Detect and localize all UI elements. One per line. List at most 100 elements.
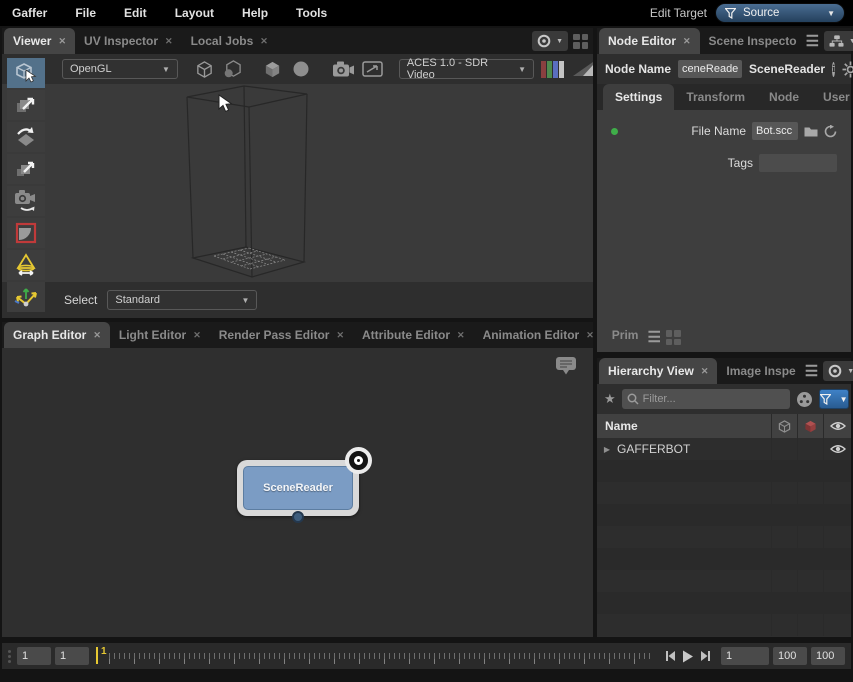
close-icon[interactable]: ✕ — [193, 330, 201, 341]
table-row-gafferbot[interactable]: ▶ GAFFERBOT — [597, 438, 851, 460]
selection-sync-icon[interactable] — [796, 391, 813, 408]
info-icon[interactable]: i — [832, 61, 836, 77]
close-icon[interactable]: ✕ — [260, 36, 268, 47]
timeline-ruler[interactable] — [109, 643, 651, 669]
filter-input[interactable] — [642, 393, 785, 405]
layout-menu-icon[interactable] — [665, 330, 681, 345]
frame-number-field[interactable] — [721, 647, 769, 665]
tab-list-icon[interactable]: ☰ — [806, 34, 819, 49]
light-tool-button[interactable] — [7, 250, 45, 280]
frame-range-end-field[interactable] — [811, 647, 845, 665]
refresh-icon[interactable] — [824, 124, 837, 138]
tab-user[interactable]: User — [811, 84, 853, 110]
close-icon[interactable]: ✕ — [336, 330, 344, 341]
current-frame-field[interactable] — [55, 647, 89, 665]
bookmark-star-icon[interactable]: ★ — [604, 391, 616, 407]
filter-mode-dropdown[interactable]: ▼ — [818, 389, 849, 409]
close-icon[interactable]: ✕ — [701, 366, 709, 377]
tab-transform[interactable]: Transform — [674, 84, 757, 110]
menu-file[interactable]: File — [61, 6, 110, 20]
edit-target-dropdown[interactable]: Source ▼ — [715, 3, 845, 23]
playback-end-field[interactable] — [773, 647, 807, 665]
tab-render-pass-editor[interactable]: Render Pass Editor ✕ — [210, 322, 353, 348]
tab-uv-inspector[interactable]: UV Inspector ✕ — [75, 28, 182, 54]
shading-mode-icon[interactable] — [262, 57, 283, 81]
tab-image-inspector[interactable]: Image Inspe — [717, 358, 804, 384]
node-gadget-settings-icon[interactable] — [842, 61, 853, 78]
menu-edit[interactable]: Edit — [110, 6, 161, 20]
renderer-dropdown[interactable]: OpenGL ▼ — [62, 59, 178, 79]
folder-browse-icon[interactable] — [804, 126, 818, 137]
timeline-grip-handle[interactable] — [8, 649, 11, 663]
tab-attribute-editor[interactable]: Attribute Editor ✕ — [353, 322, 474, 348]
layout-menu-icon[interactable] — [573, 33, 588, 49]
node-output-port[interactable] — [292, 511, 304, 523]
tab-local-jobs[interactable]: Local Jobs ✕ — [182, 28, 277, 54]
gadget-visibility-icon[interactable] — [362, 57, 383, 81]
crop-window-tool-button[interactable] — [7, 218, 45, 248]
drawing-mode-icon[interactable] — [194, 57, 215, 81]
tab-graph-editor[interactable]: Graph Editor ✕ — [4, 322, 110, 348]
close-icon[interactable]: ✕ — [586, 330, 594, 341]
playhead-frame-label: 1 — [101, 646, 107, 657]
tags-input[interactable] — [759, 154, 837, 172]
menu-tools[interactable]: Tools — [282, 6, 341, 20]
column-visibility-icon[interactable] — [823, 414, 851, 438]
scene-reader-node[interactable]: SceneReader — [237, 447, 372, 523]
tab-light-editor[interactable]: Light Editor ✕ — [110, 322, 210, 348]
column-inclusions-icon[interactable] — [771, 414, 797, 438]
funnel-icon — [819, 393, 831, 405]
pin-editor-button[interactable]: ▼ — [823, 361, 853, 381]
close-icon[interactable]: ✕ — [457, 330, 465, 341]
scale-tool-button[interactable] — [7, 154, 45, 184]
close-icon[interactable]: ✕ — [683, 36, 691, 47]
tab-hierarchy-view[interactable]: Hierarchy View ✕ — [599, 358, 718, 384]
hierarchy-tabbar: Hierarchy View ✕ Image Inspe ☰ ▼ — [597, 358, 853, 384]
display-transform-dropdown[interactable]: ACES 1.0 - SDR Video ▼ — [398, 57, 534, 81]
graph-canvas[interactable]: SceneReader — [2, 348, 593, 637]
focus-indicator-icon[interactable] — [345, 447, 372, 474]
menu-layout[interactable]: Layout — [161, 6, 228, 20]
rotate-tool-button[interactable] — [7, 122, 45, 152]
pin-editor-button[interactable]: ▼ — [532, 31, 568, 51]
tab-settings[interactable]: Settings — [603, 84, 675, 110]
playback-start-field[interactable] — [17, 647, 51, 665]
close-icon[interactable]: ✕ — [58, 36, 66, 47]
channels-rgb-icon[interactable] — [540, 57, 565, 81]
menu-help[interactable]: Help — [228, 6, 282, 20]
viewer-viewport-3d[interactable] — [2, 84, 593, 282]
light-position-tool-button[interactable] — [7, 282, 45, 312]
node-name-input[interactable] — [678, 60, 743, 78]
menu-gaffer[interactable]: Gaffer — [0, 6, 61, 20]
expansion-mode-icon[interactable] — [222, 57, 243, 81]
tab-viewer[interactable]: Viewer ✕ — [4, 28, 76, 54]
tab-list-icon[interactable]: ☰ — [647, 330, 660, 345]
annotations-icon[interactable] — [555, 356, 577, 376]
file-name-input[interactable] — [752, 122, 798, 140]
select-mode-dropdown[interactable]: Standard ▼ — [107, 290, 258, 310]
skip-to-start-icon[interactable] — [665, 650, 676, 662]
close-icon[interactable]: ✕ — [165, 36, 173, 47]
camera-settings-icon[interactable] — [332, 57, 355, 81]
lighting-mode-icon[interactable] — [290, 57, 311, 81]
tab-list-icon[interactable]: ☰ — [805, 364, 818, 379]
tab-node-editor[interactable]: Node Editor ✕ — [599, 28, 700, 54]
select-tool-button[interactable] — [7, 58, 45, 88]
playhead[interactable]: 1 — [93, 643, 107, 669]
empty-row — [597, 570, 851, 592]
row-visibility-icon[interactable] — [823, 438, 851, 460]
play-icon[interactable] — [682, 650, 694, 663]
exposure-gamma-icon[interactable] — [572, 57, 593, 81]
translate-tool-button[interactable] — [7, 90, 45, 120]
edit-target-label: Edit Target — [649, 6, 707, 20]
expand-arrow-icon[interactable]: ▶ — [597, 438, 617, 460]
camera-tool-button[interactable] — [7, 186, 45, 216]
close-icon[interactable]: ✕ — [93, 330, 101, 341]
pin-node-button[interactable]: ▼ — [824, 31, 853, 51]
column-exclusions-icon[interactable] — [797, 414, 823, 438]
tab-scene-inspector[interactable]: Scene Inspecto — [700, 28, 806, 54]
tab-node[interactable]: Node — [757, 84, 811, 110]
tab-animation-editor[interactable]: Animation Editor ✕ — [474, 322, 603, 348]
tab-primitive-inspector[interactable]: Prim — [603, 322, 648, 348]
skip-to-end-icon[interactable] — [700, 650, 711, 662]
